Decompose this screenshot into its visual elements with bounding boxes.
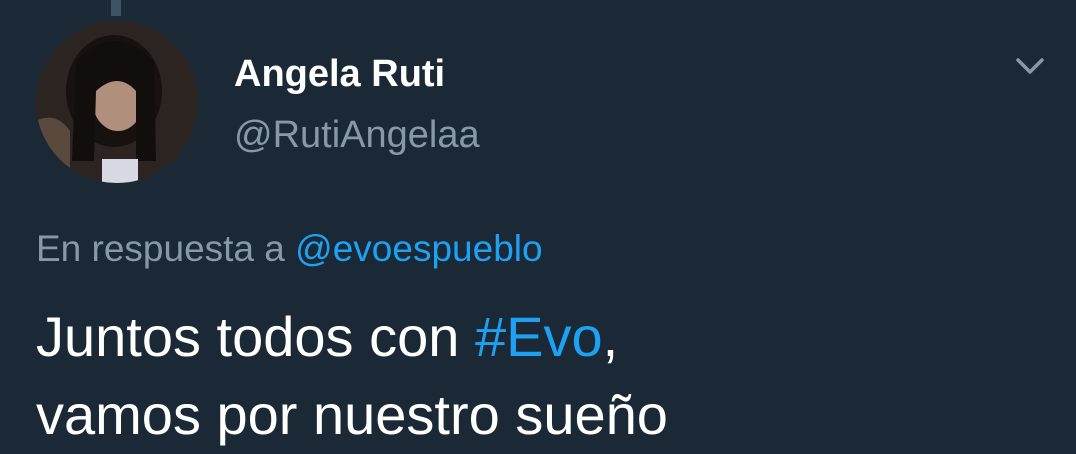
tweet-text-part: Juntos todos con bbox=[36, 305, 475, 368]
hashtag-link[interactable]: #Evo bbox=[475, 305, 603, 368]
tweet-text: Juntos todos con #Evo, vamos por nuestro… bbox=[36, 298, 668, 454]
profile-photo-icon bbox=[36, 21, 198, 183]
reply-context: En respuesta a @evoespueblo bbox=[36, 228, 543, 270]
reply-mention-link[interactable]: @evoespueblo bbox=[295, 228, 542, 269]
avatar[interactable] bbox=[36, 21, 198, 183]
author-handle[interactable]: @RutiAngelaa bbox=[234, 114, 480, 157]
tweet-text-part: , bbox=[602, 305, 619, 368]
author-display-name[interactable]: Angela Ruti bbox=[234, 53, 445, 96]
chevron-down-icon[interactable] bbox=[1010, 50, 1050, 80]
reply-context-prefix: En respuesta a bbox=[36, 228, 296, 269]
thread-connector-line bbox=[111, 0, 121, 16]
tweet-text-line-1: Juntos todos con #Evo, bbox=[36, 298, 668, 376]
tweet-text-line-2: vamos por nuestro sueño bbox=[36, 383, 668, 446]
